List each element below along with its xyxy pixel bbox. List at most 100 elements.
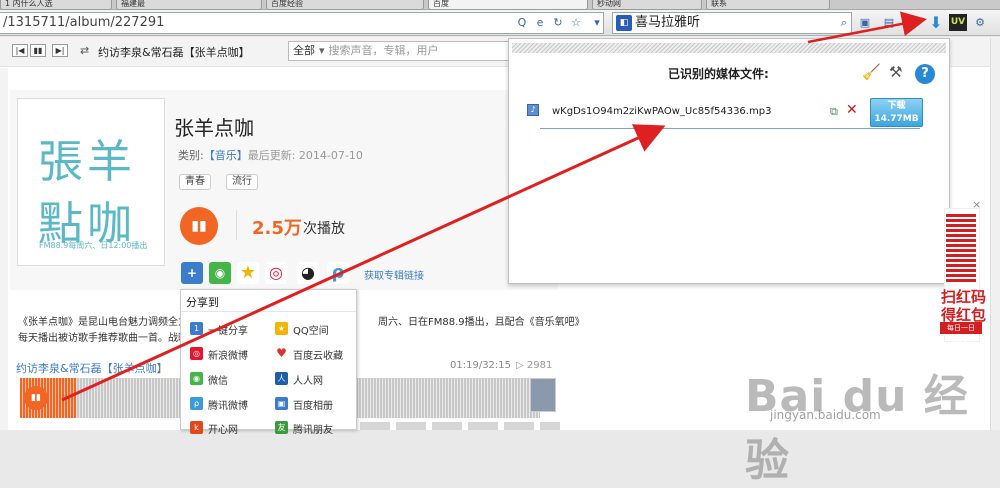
- bookmark-star-icon[interactable]: ☆: [569, 16, 583, 30]
- url-bar[interactable]: /1315711/album/227291: [0, 12, 604, 34]
- baidu-jingyan-watermark: Bai du 经验: [745, 371, 969, 486]
- delete-icon[interactable]: ✕: [846, 102, 858, 118]
- share-all-icon: 1: [190, 322, 203, 335]
- share-item-label[interactable]: QQ空间: [293, 322, 329, 337]
- share-item-label[interactable]: 一键分享: [208, 322, 248, 337]
- track-time: 01:19/32:15: [450, 360, 512, 371]
- album-title: 张羊点咖: [174, 116, 254, 140]
- site-search-input[interactable]: 全部 ▾ 搜索声音，专辑，用户: [288, 41, 540, 61]
- uv-extension-icon[interactable]: UV: [949, 14, 967, 31]
- media-file-underline: [540, 128, 920, 129]
- play-pause-button[interactable]: ▮▮: [180, 207, 218, 245]
- weibo-icon: ◎: [190, 347, 203, 360]
- browser-tab[interactable]: 百度: [428, 0, 588, 10]
- watermark-url: jingyan.baidu.com: [770, 408, 881, 422]
- heart-icon: ♥: [275, 346, 288, 360]
- search-caret-icon: ▾: [319, 44, 325, 57]
- track-count-value: 2981: [526, 360, 553, 371]
- cover-subtitle: FM88.9每周六、日12:00播出: [39, 241, 148, 250]
- browser-tab[interactable]: 福建最: [116, 0, 262, 10]
- share-item-label[interactable]: 人人网: [293, 372, 323, 387]
- track-thumbnail[interactable]: [530, 378, 556, 412]
- screenshot-icon[interactable]: ▣: [858, 16, 872, 30]
- tag-chip[interactable]: 流行: [226, 174, 258, 190]
- description-line: 周六、日在FM88.9播出，且配合《音乐氧吧》: [378, 317, 585, 328]
- shuffle-icon[interactable]: ⇄: [80, 44, 89, 57]
- now-playing-title[interactable]: 约访李泉&常石磊【张羊点咖】: [98, 44, 250, 60]
- ad-strip: 每日一日10:00抢: [940, 322, 982, 344]
- tencent-weibo-icon[interactable]: ρ: [327, 262, 349, 284]
- download-size: 14.77MB: [874, 114, 919, 124]
- search-scope[interactable]: 全部: [293, 44, 315, 57]
- tencent-weibo-icon: ρ: [190, 397, 203, 410]
- search-placeholder: 搜索声音，专辑，用户: [328, 44, 439, 57]
- track-play-count: ▷ 2981: [516, 360, 552, 371]
- page-tools-icon[interactable]: ▤: [882, 16, 896, 30]
- qzone-icon: ★: [275, 322, 288, 335]
- play-count-icon: ▷: [516, 360, 527, 371]
- browser-tab[interactable]: 1 内什么人选: [0, 0, 112, 10]
- tools-icon[interactable]: ⚒: [889, 63, 902, 81]
- album-icon: ▣: [275, 397, 288, 410]
- weibo-icon[interactable]: ◎: [265, 262, 287, 284]
- share-item-label[interactable]: 新浪微博: [208, 347, 248, 362]
- media-panel-grip[interactable]: [512, 43, 946, 53]
- browser-tab[interactable]: 秒动网: [592, 0, 702, 10]
- renren-icon: 人: [275, 372, 288, 385]
- media-filename[interactable]: wKgDs1O94m2ziKwPAOw_Uc85f54336.mp3: [552, 106, 771, 117]
- media-panel-title: 已识别的媒体文件:: [668, 67, 769, 81]
- browser-tab[interactable]: 联系: [706, 0, 830, 10]
- ie-icon[interactable]: e: [533, 16, 547, 30]
- copy-link-icon[interactable]: ⧉: [830, 105, 838, 119]
- updated-date: 最后更新: 2014-07-10: [247, 149, 363, 162]
- broom-icon[interactable]: 🧹: [862, 63, 881, 81]
- zoom-icon[interactable]: ○: [905, 16, 919, 30]
- wrench-icon[interactable]: ⚙: [973, 16, 987, 30]
- share-item-label[interactable]: 微信: [208, 372, 228, 387]
- share-item-label[interactable]: 腾讯微博: [208, 397, 248, 412]
- search-input[interactable]: 喜马拉雅听: [612, 12, 852, 34]
- album-meta: 类别:【音乐】最后更新: 2014-07-10: [178, 147, 363, 163]
- search-engine-icon[interactable]: ◧: [616, 15, 632, 31]
- wechat-icon: ◉: [190, 372, 203, 385]
- play-count: 2.5万: [252, 218, 302, 239]
- kaixin-icon: k: [190, 421, 203, 434]
- refresh-icon[interactable]: ↻: [551, 16, 565, 30]
- get-album-link[interactable]: 获取专辑链接: [364, 267, 424, 282]
- category-label: 类别:: [178, 149, 204, 162]
- audio-file-icon: ♪: [527, 104, 539, 116]
- reader-icon[interactable]: Q: [515, 16, 529, 30]
- download-button[interactable]: 下载 14.77MB: [870, 98, 923, 127]
- share-item-label[interactable]: 开心网: [208, 421, 238, 436]
- share-popup-divider: [181, 311, 356, 312]
- qq-icon[interactable]: ◕: [297, 262, 319, 284]
- page-left-edge: [0, 68, 8, 430]
- tag-chip[interactable]: 青春: [179, 174, 211, 190]
- download-button-label: 下载: [887, 101, 906, 111]
- pause-button[interactable]: ▮▮: [30, 44, 46, 57]
- pengyou-icon: 友: [275, 421, 288, 434]
- track-title[interactable]: 约访李泉&常石磊【张羊点咖】: [16, 360, 168, 376]
- play-count-label: 次播放: [303, 221, 345, 237]
- divider: [236, 210, 237, 240]
- browser-tab[interactable]: 百度经验: [266, 0, 424, 10]
- share-item-label[interactable]: 腾讯朋友: [293, 421, 333, 436]
- share-popup-title: 分享到: [186, 296, 219, 309]
- prev-button[interactable]: |◀: [12, 44, 28, 57]
- track-play-button[interactable]: ▮▮: [24, 386, 48, 410]
- share-item-label[interactable]: 百度云收藏: [293, 347, 343, 362]
- share-item-label[interactable]: 百度相册: [293, 397, 333, 412]
- category-link[interactable]: 【音乐】: [204, 149, 248, 162]
- description-line: 《张羊点咖》是昆山电台魅力调频全力打: [18, 317, 198, 328]
- wechat-icon[interactable]: ◉: [209, 262, 231, 284]
- description-line: 每天播出被访歌手推荐歌曲一首。战略合: [18, 333, 198, 344]
- dropdown-icon[interactable]: ▾: [590, 16, 604, 30]
- download-arrow-icon[interactable]: ⬇: [926, 13, 946, 33]
- cover-text-line1: 張羊: [38, 135, 137, 188]
- share-plus-icon[interactable]: +: [181, 262, 203, 284]
- next-button[interactable]: ▶|: [52, 44, 68, 57]
- search-icon[interactable]: ⌕: [837, 16, 851, 30]
- help-icon[interactable]: ?: [915, 64, 935, 84]
- qr-code-icon: [946, 212, 976, 282]
- qzone-star-icon[interactable]: ★: [237, 262, 259, 284]
